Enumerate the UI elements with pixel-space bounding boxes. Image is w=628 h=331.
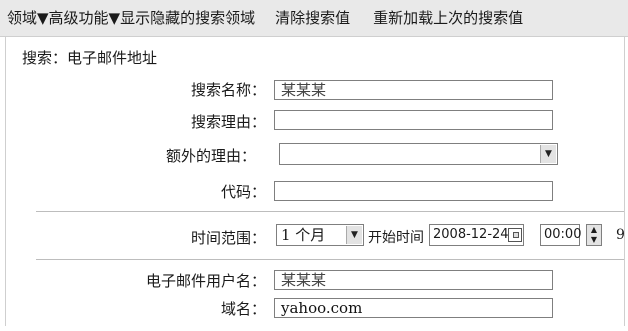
start-date-value: 2008-12-24 — [433, 227, 509, 242]
domain-input[interactable]: yahoo.com — [274, 298, 553, 318]
spinner-arrows-icon[interactable]: ▲ ▼ — [586, 224, 602, 246]
extra-reason-select[interactable]: ▼ — [279, 143, 558, 165]
search-name-input[interactable]: 某某某 — [274, 80, 553, 100]
search-reason-label: 搜索理由： — [190, 113, 266, 131]
menu-clear-values[interactable]: 清除搜索值 — [275, 0, 350, 36]
section-title: 搜索：电子邮件地址 — [22, 49, 158, 67]
chevron-down-icon[interactable]: ▼ — [540, 145, 556, 163]
time-range-select[interactable]: 1 个月 ▼ — [276, 224, 364, 246]
divider-bottom — [36, 259, 624, 260]
start-clock-value: 00:00 — [544, 227, 582, 242]
time-range-label: 时间范围： — [190, 229, 266, 247]
email-user-label: 电子邮件用户名： — [145, 272, 266, 290]
start-time-label: 开始时间 — [368, 230, 424, 246]
code-input[interactable] — [274, 181, 553, 201]
menu-advanced[interactable]: 高级功能▼ — [49, 0, 121, 36]
menu-show-hidden[interactable]: 显示隐藏的搜索领域 — [120, 0, 255, 36]
start-clock-input[interactable]: 00:00 — [540, 224, 582, 246]
menu-bar: 领域▼高级功能▼显示隐藏的搜索领域 清除搜索值 重新加载上次的搜索值 — [0, 0, 628, 37]
search-panel: 搜索：电子邮件地址 搜索名称： 某某某 搜索理由： 额外的理由： ▼ 代码： 时… — [5, 37, 625, 326]
menu-reload-values[interactable]: 重新加载上次的搜索值 — [373, 0, 523, 36]
email-user-input[interactable]: 某某某 — [274, 270, 553, 290]
search-name-label: 搜索名称： — [190, 81, 266, 99]
time-range-value: 1 个月 — [281, 226, 326, 244]
divider-top — [36, 211, 624, 212]
truncated-text: 9 — [616, 227, 625, 243]
menu-domain[interactable]: 领域▼ — [7, 0, 49, 36]
calendar-icon[interactable] — [508, 228, 522, 242]
chevron-down-icon[interactable]: ▼ — [346, 226, 362, 244]
search-reason-input[interactable] — [274, 110, 553, 130]
code-label: 代码： — [220, 183, 266, 201]
extra-reason-label: 额外的理由： — [165, 147, 256, 165]
domain-label: 域名： — [220, 300, 266, 318]
